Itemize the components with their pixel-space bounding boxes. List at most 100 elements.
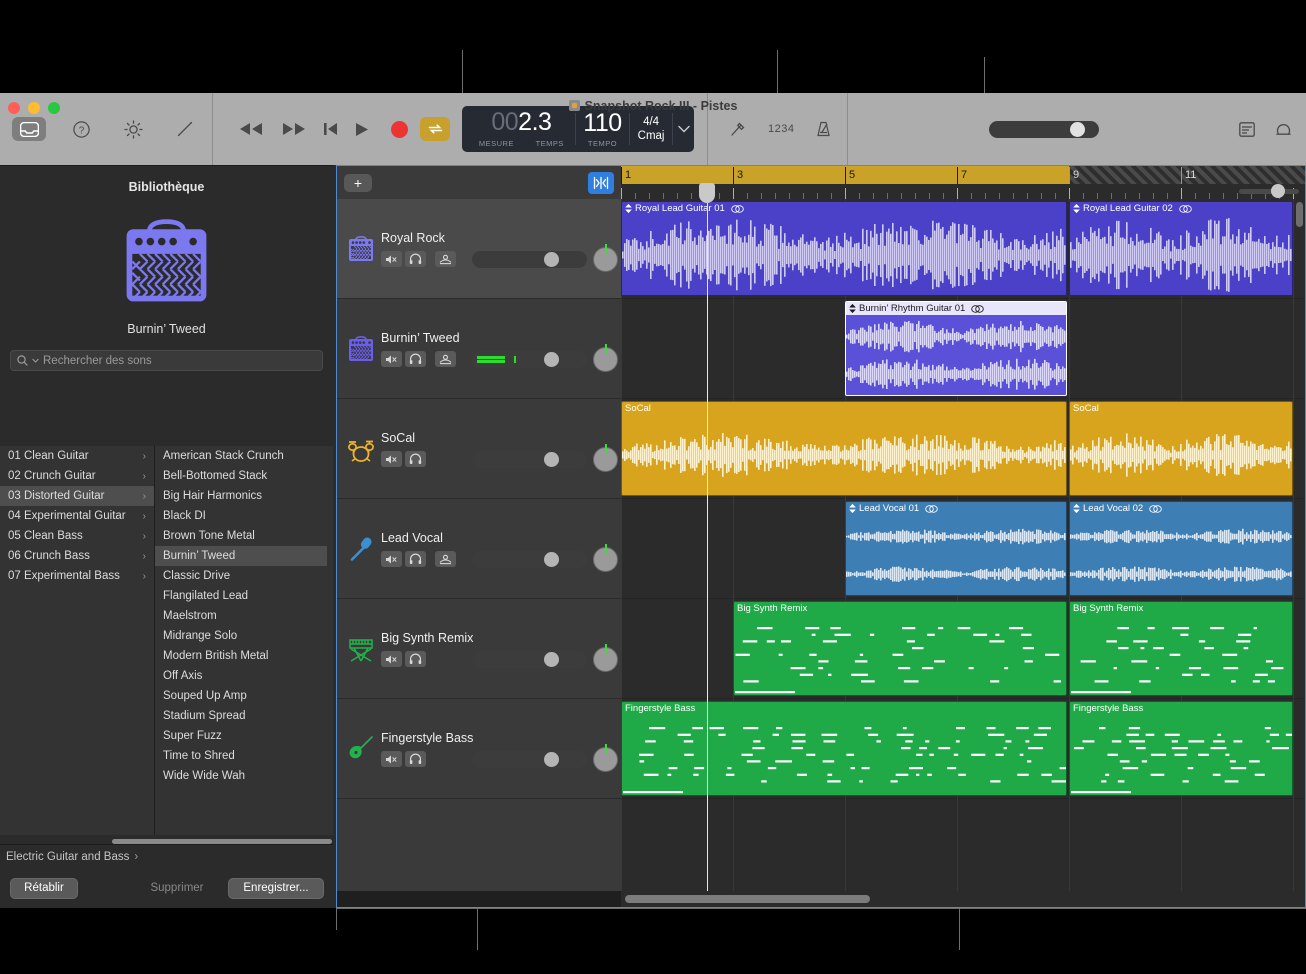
library-patch-item[interactable]: Bell-Bottomed Stack [155, 466, 327, 486]
mute-button[interactable] [381, 651, 402, 667]
track-name[interactable]: Burnin’ Tweed [381, 331, 460, 345]
volume-slider[interactable] [472, 551, 587, 568]
library-patch-item[interactable]: Modern British Metal [155, 646, 327, 666]
search-input[interactable]: Rechercher des sons [10, 350, 323, 371]
flex-time-button[interactable] [588, 172, 614, 194]
solo-button[interactable] [405, 351, 426, 367]
library-patch-item[interactable]: Flangilated Lead [155, 586, 327, 606]
region-header[interactable]: Big Synth Remix [1070, 602, 1292, 615]
save-button[interactable]: Enregistrer... [228, 878, 324, 899]
region-header[interactable]: SoCal [1070, 402, 1292, 415]
region-header[interactable]: Royal Lead Guitar 02 [1070, 202, 1292, 215]
transpose-icon[interactable] [1073, 504, 1080, 513]
library-category-item[interactable]: 03 Distorted Guitar› [0, 486, 154, 506]
region[interactable]: Big Synth Remix [733, 601, 1067, 696]
solo-button[interactable] [405, 251, 426, 267]
region-header[interactable]: Fingerstyle Bass [1070, 702, 1292, 715]
library-patch-item[interactable]: Stadium Spread [155, 706, 327, 726]
lcd-position[interactable]: 00 2.3 MESURE TEMPS [462, 106, 575, 152]
volume-slider-knob[interactable] [544, 752, 559, 767]
library-patch-item[interactable]: Time to Shred [155, 746, 327, 766]
region-header[interactable]: Lead Vocal 01 [846, 502, 1066, 515]
transpose-icon[interactable] [1073, 204, 1080, 213]
library-category-item[interactable]: 07 Experimental Bass› [0, 566, 154, 586]
volume-slider-knob[interactable] [544, 452, 559, 467]
track-name[interactable]: Royal Rock [381, 231, 445, 245]
library-category-item[interactable]: 01 Clean Guitar› [0, 446, 154, 466]
pan-knob[interactable] [593, 347, 618, 372]
track-header[interactable]: Lead Vocal [337, 499, 621, 599]
zoom-slider-knob[interactable] [1271, 184, 1285, 198]
lcd-tempo[interactable]: 110 TEMPO [576, 106, 629, 152]
volume-slider-knob[interactable] [544, 652, 559, 667]
solo-button[interactable] [405, 751, 426, 767]
volume-slider[interactable] [472, 351, 587, 368]
arrange-canvas[interactable]: Royal Lead Guitar 01 Royal Lead Guitar 02… [621, 199, 1305, 891]
region[interactable]: Lead Vocal 02 [1069, 501, 1293, 596]
lcd-display[interactable]: 00 2.3 MESURE TEMPS 110 TEMPO [462, 106, 694, 152]
cycle-button[interactable] [420, 117, 450, 141]
library-category-item[interactable]: 06 Crunch Bass› [0, 546, 154, 566]
mute-button[interactable] [381, 451, 402, 467]
zoom-slider[interactable] [1239, 189, 1299, 194]
region[interactable]: Big Synth Remix [1069, 601, 1293, 696]
library-toggle-button[interactable] [12, 117, 46, 141]
library-patch-item[interactable]: Black DI [155, 506, 327, 526]
track-name[interactable]: Lead Vocal [381, 531, 443, 545]
cycle-strip[interactable]: 1357911 [621, 166, 1305, 184]
solo-button[interactable] [405, 451, 426, 467]
pan-knob[interactable] [593, 547, 618, 572]
transpose-icon[interactable] [849, 304, 856, 313]
region[interactable]: Fingerstyle Bass [621, 701, 1067, 796]
region[interactable]: SoCal [1069, 401, 1293, 496]
record-button[interactable] [391, 121, 408, 138]
volume-slider[interactable] [472, 751, 587, 768]
region-header[interactable]: Big Synth Remix [734, 602, 1066, 615]
pan-knob[interactable] [593, 647, 618, 672]
playhead[interactable] [707, 199, 708, 891]
editors-button[interactable] [168, 117, 202, 141]
vertical-scrollbar[interactable] [1296, 202, 1303, 227]
volume-slider-knob[interactable] [544, 252, 559, 267]
transpose-icon[interactable] [625, 204, 632, 213]
forward-button[interactable] [281, 122, 306, 136]
count-in-button[interactable]: 1234 [768, 123, 794, 135]
region[interactable]: Lead Vocal 01 [845, 501, 1067, 596]
library-category-item[interactable]: 04 Experimental Guitar› [0, 506, 154, 526]
library-patch-item[interactable]: Super Fuzz [155, 726, 327, 746]
library-patch-item[interactable]: Maelstrom [155, 606, 327, 626]
region[interactable]: SoCal [621, 401, 1067, 496]
record-enable-button[interactable] [435, 551, 456, 567]
master-volume-knob[interactable] [1070, 122, 1085, 137]
library-patch-item[interactable]: Off Axis [155, 666, 327, 686]
smart-controls-button[interactable] [116, 117, 150, 141]
volume-slider-knob[interactable] [544, 352, 559, 367]
loop-browser-button[interactable] [1275, 121, 1292, 137]
library-patch-item[interactable]: Classic Drive [155, 566, 327, 586]
rewind-button[interactable] [239, 122, 264, 136]
region[interactable]: Burnin’ Rhythm Guitar 01 [845, 301, 1067, 396]
pan-knob[interactable] [593, 247, 618, 272]
volume-slider[interactable] [472, 651, 587, 668]
library-breadcrumb[interactable]: Electric Guitar and Bass › [0, 844, 333, 868]
region-header[interactable]: Fingerstyle Bass [622, 702, 1066, 715]
mute-button[interactable] [381, 251, 402, 267]
metronome-button[interactable] [816, 121, 831, 137]
pan-knob[interactable] [593, 747, 618, 772]
mute-button[interactable] [381, 551, 402, 567]
lcd-signature-key[interactable]: 4/4 Cmaj [630, 106, 672, 152]
region-header[interactable]: Royal Lead Guitar 01 [622, 202, 1066, 215]
track-name[interactable]: SoCal [381, 431, 415, 445]
library-patch-item[interactable]: Souped Up Amp [155, 686, 327, 706]
playhead-handle[interactable] [699, 183, 715, 203]
library-patch-item[interactable]: Wide Wide Wah [155, 766, 327, 786]
region[interactable]: Royal Lead Guitar 02 [1069, 201, 1293, 296]
library-patch-item[interactable]: Brown Tone Metal [155, 526, 327, 546]
horizontal-scrollbar-thumb[interactable] [625, 895, 870, 903]
volume-slider[interactable] [472, 251, 587, 268]
region[interactable]: Royal Lead Guitar 01 [621, 201, 1067, 296]
track-name[interactable]: Fingerstyle Bass [381, 731, 473, 745]
pan-knob[interactable] [593, 447, 618, 472]
mute-button[interactable] [381, 351, 402, 367]
region-header[interactable]: SoCal [622, 402, 1066, 415]
